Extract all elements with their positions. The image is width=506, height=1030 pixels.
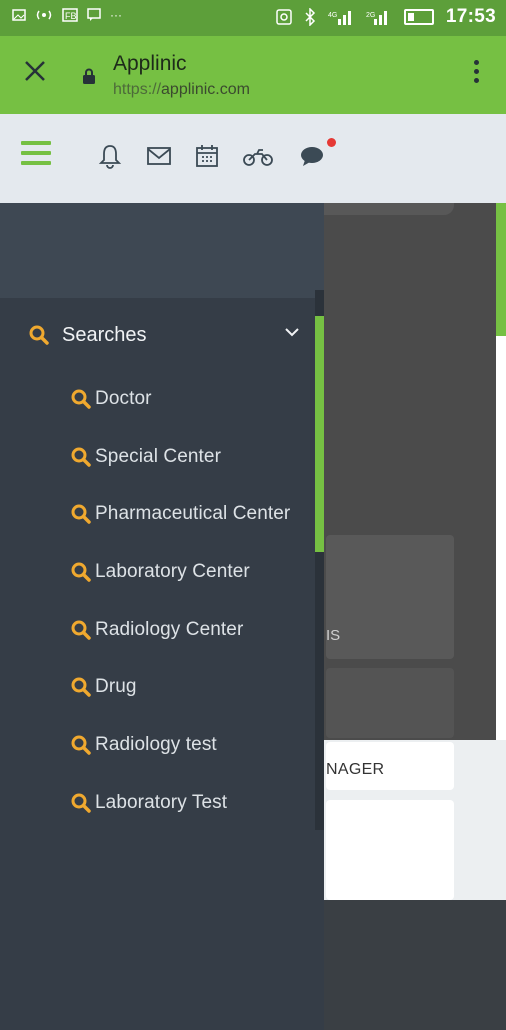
search-icon [71, 735, 91, 755]
drawer-menu-panel: Searches Doctor Special Center Pharmaceu… [0, 290, 324, 1030]
menu-item-label: Pharmaceutical Center [95, 503, 291, 524]
menu-item-radiology-center[interactable]: Radiology Center [70, 615, 243, 645]
scrollbar-thumb[interactable] [315, 316, 324, 552]
search-icon [71, 562, 91, 582]
bluetooth-icon [305, 8, 315, 26]
section-label: Searches [62, 323, 147, 346]
chat-icon[interactable] [298, 142, 326, 170]
calendar-icon[interactable] [193, 142, 221, 170]
close-icon[interactable] [20, 58, 50, 88]
app-toolbar [0, 114, 506, 203]
menu-item-radiology-test[interactable]: Radiology test [70, 730, 217, 760]
menu-icon[interactable] [21, 141, 51, 169]
menu-item-pharmaceutical-center[interactable]: Pharmaceutical Center [70, 499, 290, 529]
nav-drawer: Searches Doctor Special Center Pharmaceu… [0, 203, 324, 1030]
site-title: Applinic [113, 52, 187, 75]
search-icon [71, 389, 91, 409]
page-header-area [324, 203, 496, 740]
mail-icon[interactable] [145, 142, 173, 170]
menu-item-drug[interactable]: Drug [70, 672, 137, 702]
menu-item-label: Drug [95, 676, 137, 697]
menu-item-special-center[interactable]: Special Center [70, 442, 221, 472]
clock: 17:53 [445, 6, 496, 27]
site-url[interactable]: https://applinic.com [113, 81, 250, 99]
message-icon [87, 8, 101, 21]
browser-url-bar: Applinic https://applinic.com [0, 36, 506, 114]
nfc-icon [276, 9, 292, 25]
dashboard-card[interactable] [326, 535, 454, 659]
svg-text:FB: FB [65, 11, 77, 21]
search-icon [71, 677, 91, 697]
menu-item-label: Doctor [95, 388, 152, 409]
menu-item-label: Laboratory Test [95, 792, 228, 813]
menu-item-label: Radiology Center [95, 619, 244, 640]
signal-icon: 2G [366, 11, 387, 25]
more-menu-icon[interactable] [474, 60, 482, 90]
menu-item-laboratory-center[interactable]: Laboratory Center [70, 557, 250, 587]
status-bar: FB ··· 4G 2G 17:53 [0, 0, 506, 36]
motorcycle-icon[interactable] [242, 142, 274, 170]
image-icon [12, 9, 26, 21]
search-icon [71, 504, 91, 524]
search-icon [29, 325, 49, 345]
page-accent-bar [496, 203, 506, 336]
lock-icon [83, 68, 95, 84]
dashboard-card[interactable] [326, 668, 454, 738]
wifi-hotspot-icon [36, 10, 52, 20]
dashboard-card[interactable] [326, 800, 454, 900]
menu-item-label: Radiology test [95, 734, 217, 755]
section-searches[interactable]: Searches [28, 318, 308, 352]
menu-item-doctor[interactable]: Doctor [70, 384, 152, 414]
card-label: NAGER [326, 761, 385, 778]
menu-item-laboratory-test[interactable]: Laboratory Test [70, 788, 227, 818]
url-host: applinic.com [161, 81, 250, 98]
search-icon [71, 447, 91, 467]
url-protocol: https:// [113, 81, 162, 98]
page-header-edge [324, 203, 454, 215]
search-icon [71, 793, 91, 813]
bell-icon[interactable] [96, 142, 124, 170]
signal-icon: 4G [328, 11, 351, 25]
search-icon [71, 620, 91, 640]
more-icon: ··· [110, 8, 122, 22]
menu-item-label: Laboratory Center [95, 561, 250, 582]
menu-item-label: Special Center [95, 446, 222, 467]
battery-icon [403, 9, 434, 25]
card-label: IS [326, 627, 341, 644]
chevron-down-icon[interactable] [284, 324, 300, 340]
svg-text:2G: 2G [366, 12, 375, 19]
svg-text:4G: 4G [328, 12, 337, 19]
fb-icon: FB [62, 8, 78, 22]
notification-dot [327, 138, 336, 147]
